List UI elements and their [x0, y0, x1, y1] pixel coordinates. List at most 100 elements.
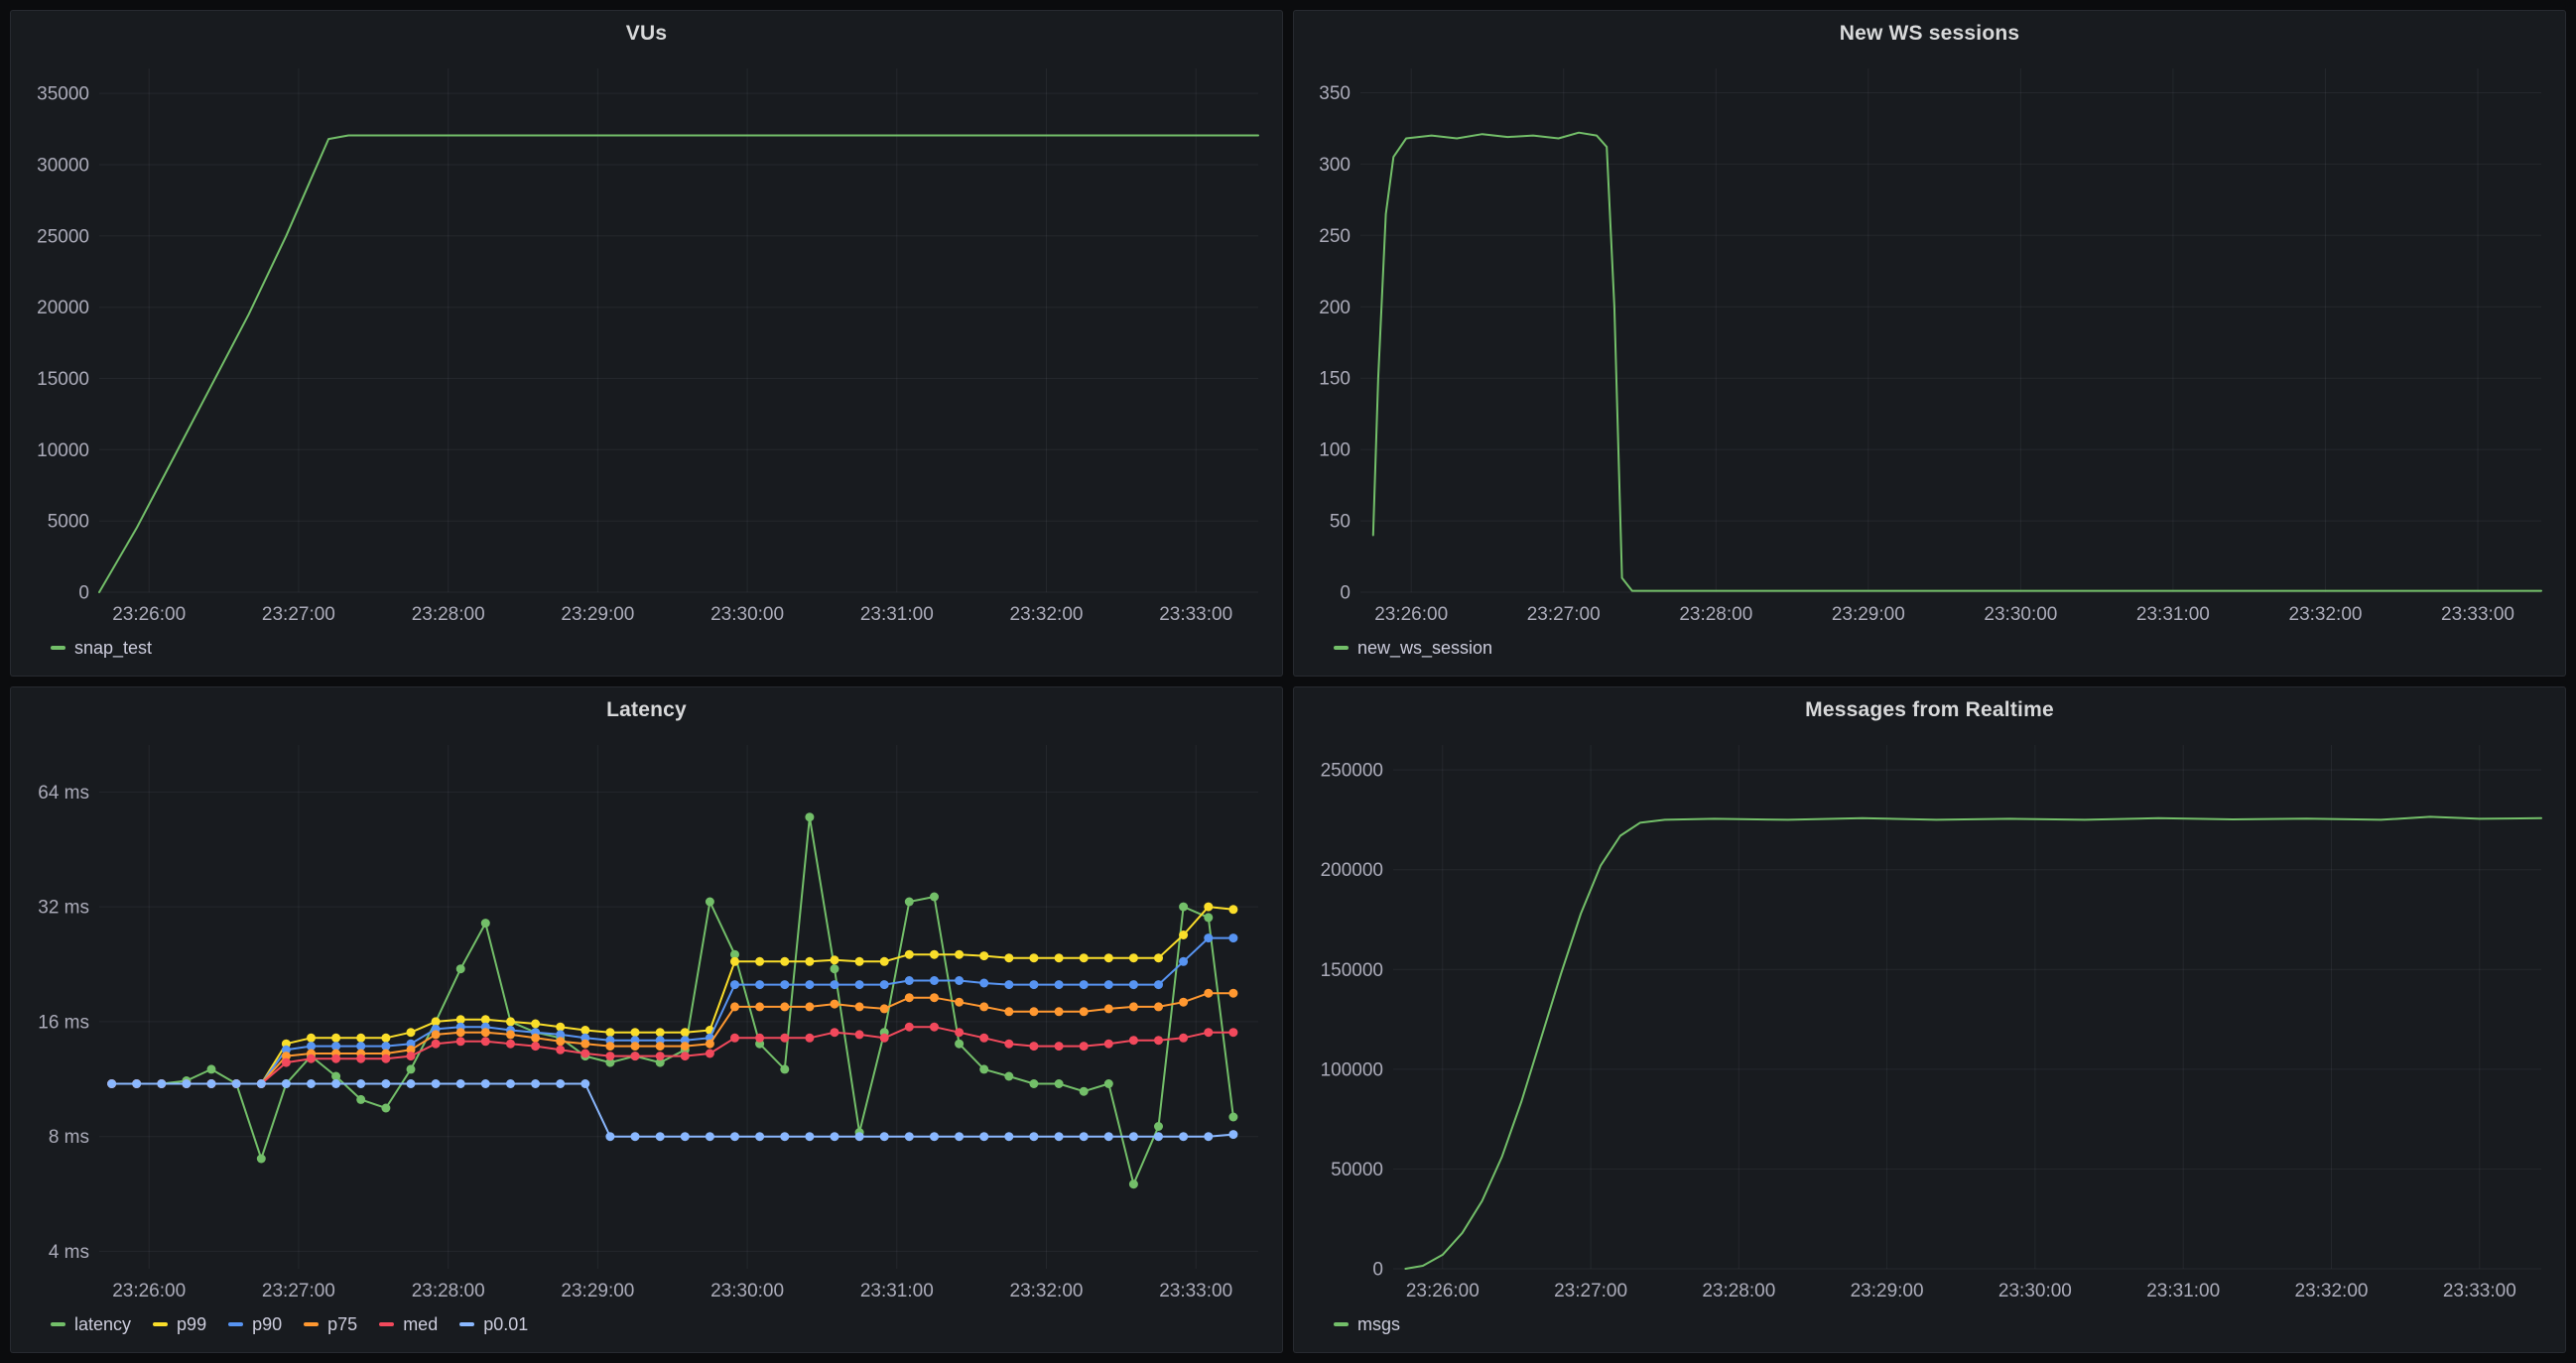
- series-point: [605, 1132, 614, 1141]
- series-point: [1055, 1042, 1064, 1051]
- series-point: [831, 1000, 839, 1009]
- series-line-snap_test: [99, 136, 1258, 593]
- x-tick-label: 23:28:00: [412, 604, 485, 625]
- series-point: [307, 1054, 316, 1063]
- series-point: [407, 1028, 416, 1037]
- series-point: [880, 1034, 889, 1043]
- panel-title-messages-from-realtime[interactable]: Messages from Realtime: [1805, 698, 2054, 722]
- chart-area: 23:26:0023:27:0023:28:0023:29:0023:30:00…: [11, 733, 1282, 1306]
- panel-title-vus[interactable]: VUs: [626, 22, 667, 46]
- series-point: [805, 1132, 814, 1141]
- series-point: [531, 1079, 540, 1088]
- series-point: [1055, 980, 1064, 989]
- series-point: [1179, 998, 1188, 1007]
- legend-item-p90[interactable]: p90: [228, 1314, 282, 1335]
- x-tick-label: 23:31:00: [860, 604, 934, 625]
- series-point: [730, 1002, 739, 1011]
- legend-item-msgs[interactable]: msgs: [1334, 1314, 1400, 1335]
- legend-item-snap_test[interactable]: snap_test: [51, 638, 152, 659]
- series-point: [805, 1034, 814, 1043]
- new-ws-sessions-chart[interactable]: 23:26:0023:27:0023:28:0023:29:0023:30:00…: [1302, 57, 2557, 630]
- y-tick-label: 50000: [1331, 1160, 1383, 1180]
- x-tick-label: 23:31:00: [2146, 1281, 2220, 1301]
- messages-from-realtime-chart[interactable]: 23:26:0023:27:0023:28:0023:29:0023:30:00…: [1302, 733, 2557, 1306]
- series-point: [331, 1034, 340, 1043]
- legend-item-latency[interactable]: latency: [51, 1314, 131, 1335]
- series-point: [880, 980, 889, 989]
- legend-item-new_ws_session[interactable]: new_ws_session: [1334, 638, 1492, 659]
- series-point: [1179, 930, 1188, 939]
- legend-label: p90: [252, 1314, 282, 1335]
- series-point: [1228, 1113, 1237, 1122]
- series-point: [805, 812, 814, 821]
- series-point: [831, 980, 839, 989]
- y-tick-label: 100: [1319, 440, 1351, 461]
- y-tick-label: 25000: [37, 226, 89, 247]
- series-point: [831, 964, 839, 973]
- series-point: [356, 1054, 365, 1063]
- series-point: [1204, 933, 1213, 942]
- legend-swatch: [1334, 1322, 1349, 1326]
- series-point: [955, 1028, 964, 1037]
- series-point: [456, 1079, 465, 1088]
- series-point: [1029, 1132, 1038, 1141]
- legend-swatch: [51, 1322, 65, 1326]
- x-tick-label: 23:26:00: [112, 1281, 186, 1301]
- series-point: [855, 1002, 864, 1011]
- series-point: [1080, 1132, 1089, 1141]
- series-point: [1179, 1034, 1188, 1043]
- series-point: [979, 1064, 988, 1073]
- series-point: [556, 1046, 565, 1054]
- y-tick-label: 150: [1319, 369, 1351, 390]
- series-point: [1055, 1007, 1064, 1016]
- series-point: [1129, 980, 1138, 989]
- legend-messages-from-realtime: msgs: [1294, 1306, 2565, 1352]
- series-point: [506, 1030, 515, 1039]
- series-point: [407, 1052, 416, 1060]
- series-point: [1154, 1002, 1163, 1011]
- x-tick-label: 23:29:00: [1851, 1281, 1924, 1301]
- series-point: [955, 976, 964, 985]
- series-point: [232, 1079, 241, 1088]
- legend-swatch: [153, 1322, 168, 1326]
- legend-swatch: [459, 1322, 474, 1326]
- series-point: [481, 1028, 490, 1037]
- series-point: [531, 1020, 540, 1029]
- x-tick-label: 23:32:00: [1010, 1281, 1084, 1301]
- series-point: [506, 1017, 515, 1026]
- chart-area: 23:26:0023:27:0023:28:0023:29:0023:30:00…: [1294, 57, 2565, 630]
- series-point: [955, 998, 964, 1007]
- series-point: [107, 1079, 116, 1088]
- legend-item-med[interactable]: med: [379, 1314, 438, 1335]
- series-point: [1228, 1028, 1237, 1037]
- series-point: [1129, 1036, 1138, 1045]
- panel-title-new-ws-sessions[interactable]: New WS sessions: [1840, 22, 2020, 46]
- y-tick-label: 300: [1319, 155, 1351, 176]
- vus-chart[interactable]: 23:26:0023:27:0023:28:0023:29:0023:30:00…: [19, 57, 1274, 630]
- series-point: [905, 1132, 914, 1141]
- series-point: [656, 1028, 665, 1037]
- series-point: [780, 1034, 789, 1043]
- series-point: [432, 1079, 441, 1088]
- legend-item-p0.01[interactable]: p0.01: [459, 1314, 528, 1335]
- series-point: [631, 1052, 640, 1060]
- legend-item-p99[interactable]: p99: [153, 1314, 206, 1335]
- latency-chart[interactable]: 23:26:0023:27:0023:28:0023:29:0023:30:00…: [19, 733, 1274, 1306]
- series-point: [1204, 989, 1213, 998]
- series-point: [780, 1002, 789, 1011]
- y-tick-label: 100000: [1321, 1059, 1383, 1080]
- x-tick-label: 23:26:00: [1406, 1281, 1480, 1301]
- y-tick-label: 15000: [37, 369, 89, 390]
- series-point: [356, 1034, 365, 1043]
- panel-title-latency[interactable]: Latency: [606, 698, 687, 722]
- x-tick-label: 23:26:00: [112, 604, 186, 625]
- legend-item-p75[interactable]: p75: [304, 1314, 357, 1335]
- series-point: [556, 1079, 565, 1088]
- series-point: [1154, 980, 1163, 989]
- x-tick-label: 23:26:00: [1374, 604, 1448, 625]
- series-point: [282, 1058, 291, 1067]
- x-tick-label: 23:29:00: [1832, 604, 1905, 625]
- series-point: [307, 1079, 316, 1088]
- legend-label: latency: [74, 1314, 131, 1335]
- y-tick-label: 8 ms: [49, 1127, 89, 1148]
